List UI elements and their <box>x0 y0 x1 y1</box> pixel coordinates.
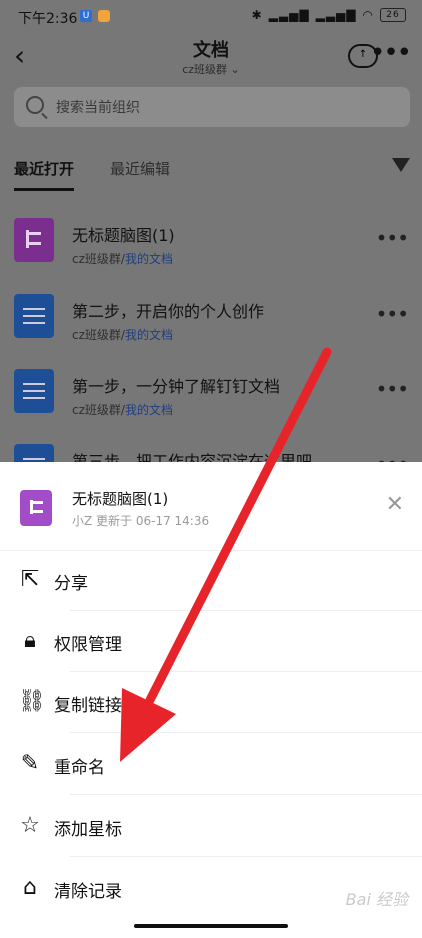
arrow-shaft <box>145 347 332 705</box>
annotation-arrow <box>120 347 332 762</box>
